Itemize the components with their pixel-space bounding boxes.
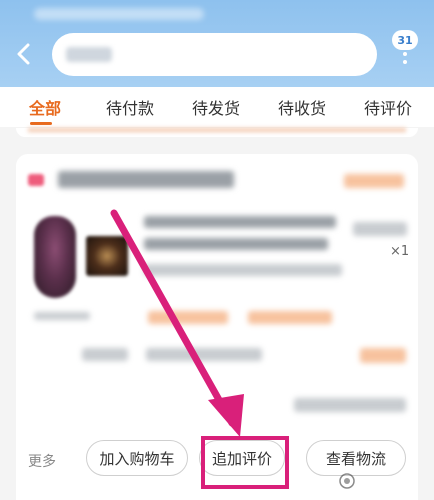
product-quantity: ×1: [390, 244, 410, 259]
back-button[interactable]: [8, 38, 40, 70]
blurred-product-title-line: [144, 216, 336, 228]
tab-all[interactable]: 全部: [29, 95, 61, 119]
more-actions-link[interactable]: 更多: [28, 451, 56, 471]
blurred-summary-text: [146, 348, 262, 361]
product-image-secondary: [86, 236, 128, 276]
add-to-cart-button[interactable]: 加入购物车: [86, 440, 188, 476]
tab-pending-receipt[interactable]: 待收货: [278, 95, 326, 119]
view-logistics-button[interactable]: 查看物流: [306, 440, 406, 476]
app-header: 31: [0, 0, 434, 87]
blurred-product-spec: [144, 264, 342, 276]
order-status-tabs: 全部 待付款 待发货 待收货 待评价: [0, 87, 434, 127]
add-review-button[interactable]: 追加评价: [199, 440, 285, 476]
store-icon: [28, 174, 44, 186]
back-icon: [17, 43, 30, 65]
blurred-service-tag: [248, 311, 332, 324]
blurred-product-caption: [34, 312, 90, 320]
blurred-price: [353, 222, 407, 236]
blurred-product-title-line: [144, 238, 328, 250]
blurred-service-tag: [148, 311, 228, 324]
blurred-summary-label: [82, 348, 128, 361]
blurred-search-text: [66, 47, 112, 62]
message-button[interactable]: 31: [392, 30, 428, 74]
notification-badge: 31: [392, 30, 418, 50]
blurred-order-status: [344, 174, 404, 188]
previous-order-card-edge: [16, 128, 418, 137]
blurred-status-text: [34, 8, 204, 20]
order-card[interactable]: ×1 更多 加入购物车 追加评价 查看物流: [16, 154, 418, 500]
blurred-store-name: [58, 171, 234, 188]
blurred-extra-info: [294, 398, 406, 412]
active-tab-indicator: [30, 122, 52, 125]
blurred-total-price: [360, 348, 406, 363]
tab-pending-payment[interactable]: 待付款: [106, 95, 154, 119]
tab-pending-shipment[interactable]: 待发货: [192, 95, 240, 119]
tab-pending-review[interactable]: 待评价: [364, 95, 412, 119]
search-input[interactable]: [52, 33, 377, 76]
product-image[interactable]: [34, 216, 76, 298]
